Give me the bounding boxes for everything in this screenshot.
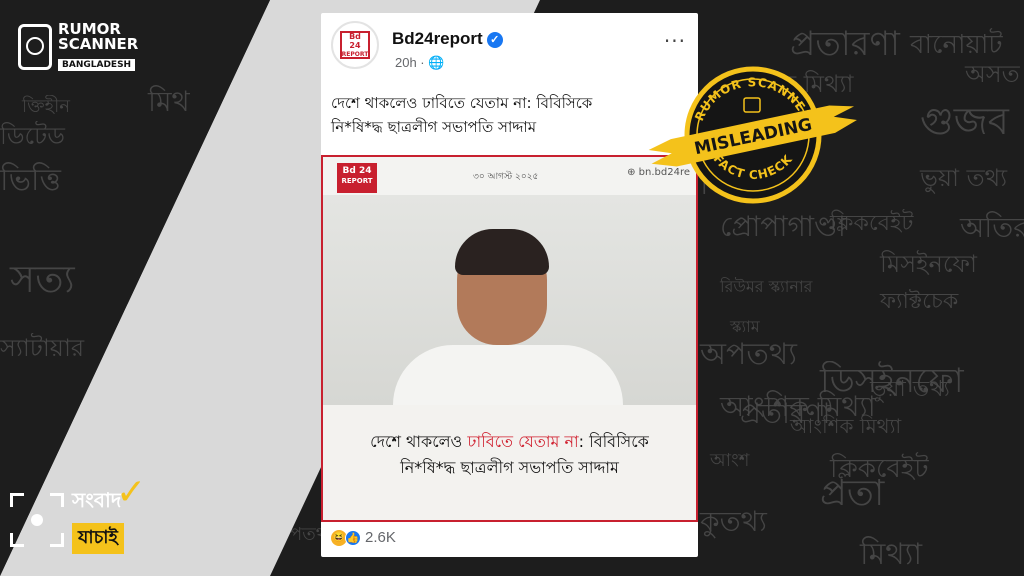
rumor-scanner-logo: RUMOR SCANNER BANGLADESH — [18, 22, 138, 71]
image-logo: Bd 24 REPORT — [337, 163, 377, 193]
image-logo-text: REPORT — [341, 177, 373, 185]
background-word: অসত — [965, 60, 1020, 88]
background-word: ভুয়া তথ্য — [870, 377, 950, 402]
background-word: মিথ — [148, 85, 190, 118]
background-word: ডিটেড — [0, 122, 65, 150]
reaction-count[interactable]: 2.6K — [365, 529, 396, 546]
headline-text: নি*ষি*দ্ধ ছাত্রলীগ সভাপতি সাদ্দাম — [400, 458, 619, 477]
facebook-post-card: Bd 24 REPORT Bd24report ✓ 20h · 🌐 ··· দেশ… — [321, 13, 698, 557]
logo-badge: BANGLADESH — [58, 59, 136, 71]
logo-line2: SCANNER — [58, 35, 139, 53]
image-headline: দেশে থাকলেও ঢাবিতে যেতাম না: বিবিসিকে নি… — [323, 405, 696, 520]
background-word: কুতথ্য — [700, 505, 767, 538]
misleading-stamp: RUMOR SCANNER FACT CHECK MISLEADING — [648, 66, 857, 204]
image-header-bar: Bd 24 REPORT ৩০ আগস্ট ২০২৫ ⊕ bn.bd24re — [323, 157, 696, 195]
background-word: অপতথ্য — [700, 337, 797, 372]
page-avatar[interactable]: Bd 24 REPORT — [331, 21, 379, 69]
background-word: ভিত্তি — [0, 163, 61, 198]
post-time[interactable]: 20h · 🌐 — [395, 55, 444, 71]
video-frame — [323, 195, 696, 475]
more-options-icon[interactable]: ··· — [664, 29, 686, 53]
headline-text: : বিবিসিকে — [578, 432, 649, 451]
phone-scan-icon — [18, 23, 52, 70]
verified-badge-icon: ✓ — [486, 32, 503, 48]
sangbad-jachai-logo: ✓ সংবাদ যাচাই — [10, 472, 146, 554]
background-word: আংশ — [710, 450, 750, 471]
image-date: ৩০ আগস্ট ২০২৫ — [473, 172, 539, 182]
background-word: মিসইনফো — [880, 250, 977, 278]
caption-line: দেশে থাকলেও ঢাবিতে যেতাম না: বিবিসিকে — [331, 94, 593, 112]
background-word: সত্য — [10, 257, 75, 301]
background-word: মিথ্যা — [860, 537, 923, 572]
post-image[interactable]: Bd 24 REPORT ৩০ আগস্ট ২০২৫ ⊕ bn.bd24re দ… — [321, 155, 698, 522]
post-header: Bd 24 REPORT Bd24report ✓ 20h · 🌐 ··· — [321, 13, 698, 79]
reactions-bar[interactable]: 😆 👍 2.6K — [331, 529, 396, 546]
background-word: গুজব — [920, 99, 1009, 143]
like-reaction-icon: 👍 — [345, 529, 361, 546]
caption-line: নি*ষি*দ্ধ ছাত্রলীগ সভাপতি সাদ্দাম — [331, 118, 537, 136]
avatar-text: REPORT — [341, 50, 369, 58]
headline-highlight: ঢাবিতে যেতাম না — [467, 432, 579, 451]
page-name[interactable]: Bd24report ✓ — [392, 29, 503, 49]
background-word: ভুয়া তথ্য — [920, 164, 1008, 192]
background-word: ক্লিকবেইট — [830, 211, 914, 236]
headline-text: দেশে থাকলেও — [370, 432, 468, 451]
background-word: স্যাটায়ার — [0, 334, 85, 362]
person-hair — [455, 229, 549, 275]
background-word: রিউমর স্ক্যানার — [720, 277, 813, 296]
avatar-text: Bd — [349, 31, 361, 41]
jachai-text: যাচাই — [72, 523, 124, 554]
background-word: প্রতা — [820, 473, 885, 514]
background-word: ফ্যাক্টচেক — [880, 289, 959, 314]
checkmark-icon: ✓ — [116, 472, 147, 513]
avatar-text: 24 — [349, 40, 361, 50]
background-word: প্রোপাগাণ্ডা — [720, 210, 846, 243]
background-word: আংশিক মিথ্যা — [720, 390, 876, 423]
broadcast-frame-icon — [10, 493, 64, 547]
image-logo-text: Bd 24 — [342, 166, 372, 176]
page-name-text[interactable]: Bd24report — [392, 29, 483, 48]
post-caption: দেশে থাকলেও ঢাবিতে যেতাম না: বিবিসিকে নি… — [321, 79, 698, 159]
